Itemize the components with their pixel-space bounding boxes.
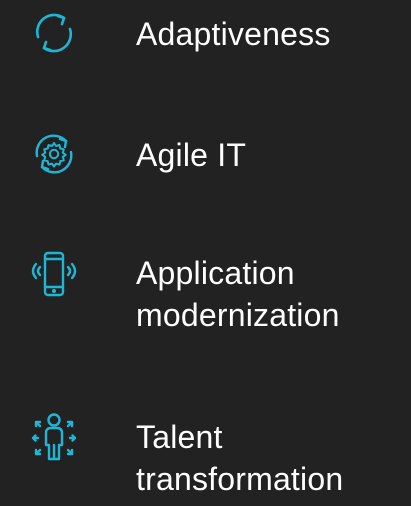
feature-label: Agile IT <box>136 137 247 173</box>
feature-label: Adaptiveness <box>136 16 331 52</box>
feature-label: Talent transformation <box>136 419 344 497</box>
mobile-phone-icon <box>28 248 80 300</box>
person-expand-icon <box>28 412 80 464</box>
circular-arrows-icon <box>28 7 80 59</box>
feature-label: Application modernization <box>136 255 340 333</box>
gear-cycle-icon <box>28 128 80 180</box>
